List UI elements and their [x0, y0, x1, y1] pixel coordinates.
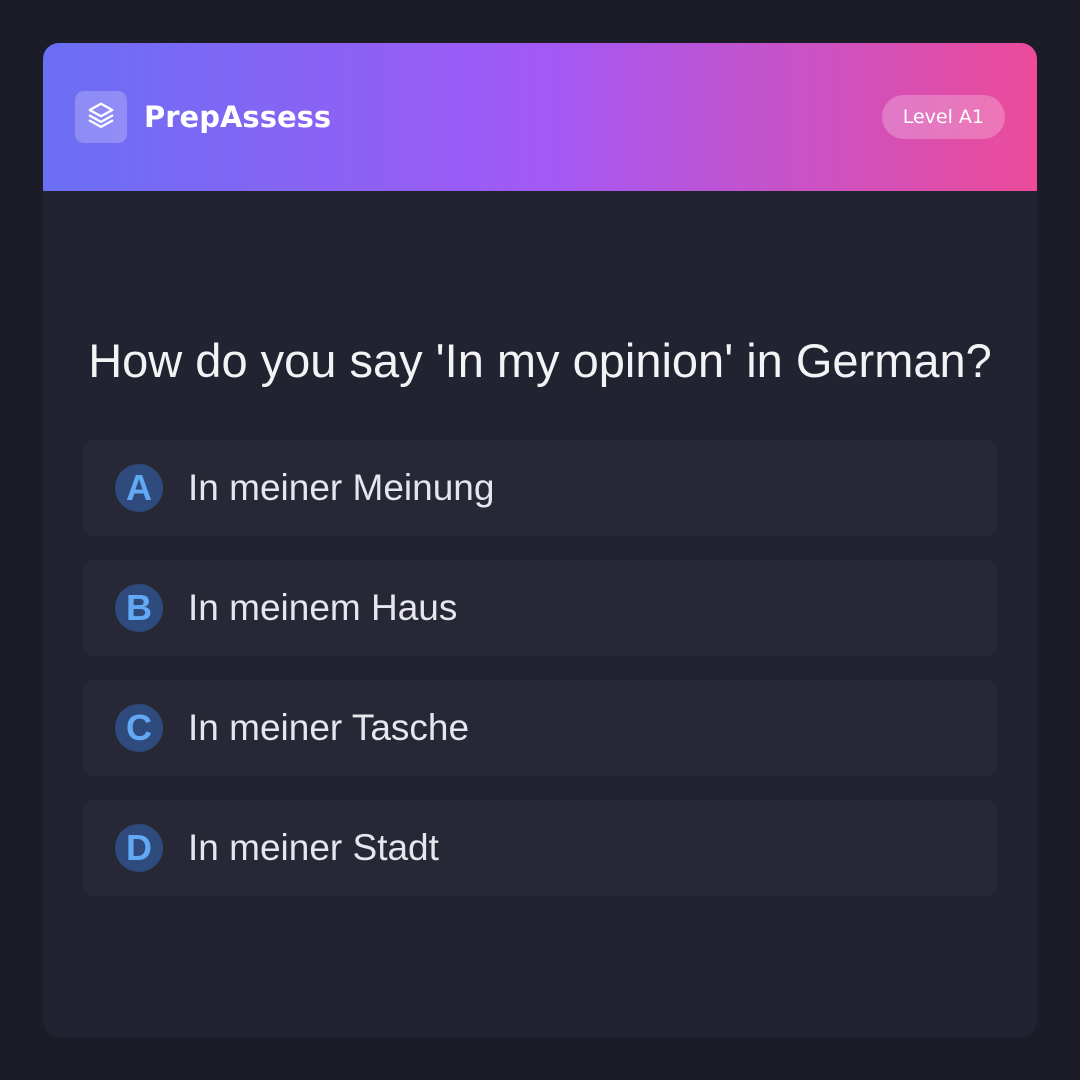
option-b[interactable]: B In meinem Haus	[83, 560, 997, 656]
option-a[interactable]: A In meiner Meinung	[83, 440, 997, 536]
layers-icon	[86, 100, 116, 135]
header-bar: PrepAssess Level A1	[43, 43, 1037, 191]
option-c[interactable]: C In meiner Tasche	[83, 680, 997, 776]
option-label: In meiner Tasche	[188, 707, 470, 748]
answer-options: A In meiner Meinung B In meinem Haus C I…	[83, 440, 997, 920]
logo	[75, 91, 127, 143]
level-badge: Level A1	[881, 95, 1005, 139]
option-letter-badge: A	[115, 464, 163, 512]
option-label: In meiner Meinung	[188, 467, 495, 508]
option-label: In meinem Haus	[188, 587, 458, 628]
option-letter-badge: D	[115, 824, 163, 872]
option-d[interactable]: D In meiner Stadt	[83, 800, 997, 896]
question-text: How do you say 'In my opinion' in German…	[88, 334, 992, 387]
option-letter-badge: B	[115, 584, 163, 632]
option-letter-badge: C	[115, 704, 163, 752]
quiz-card: PrepAssess Level A1 How do you say 'In m…	[43, 43, 1037, 1037]
brand-name: PrepAssess	[144, 100, 332, 134]
option-label: In meiner Stadt	[188, 827, 439, 868]
